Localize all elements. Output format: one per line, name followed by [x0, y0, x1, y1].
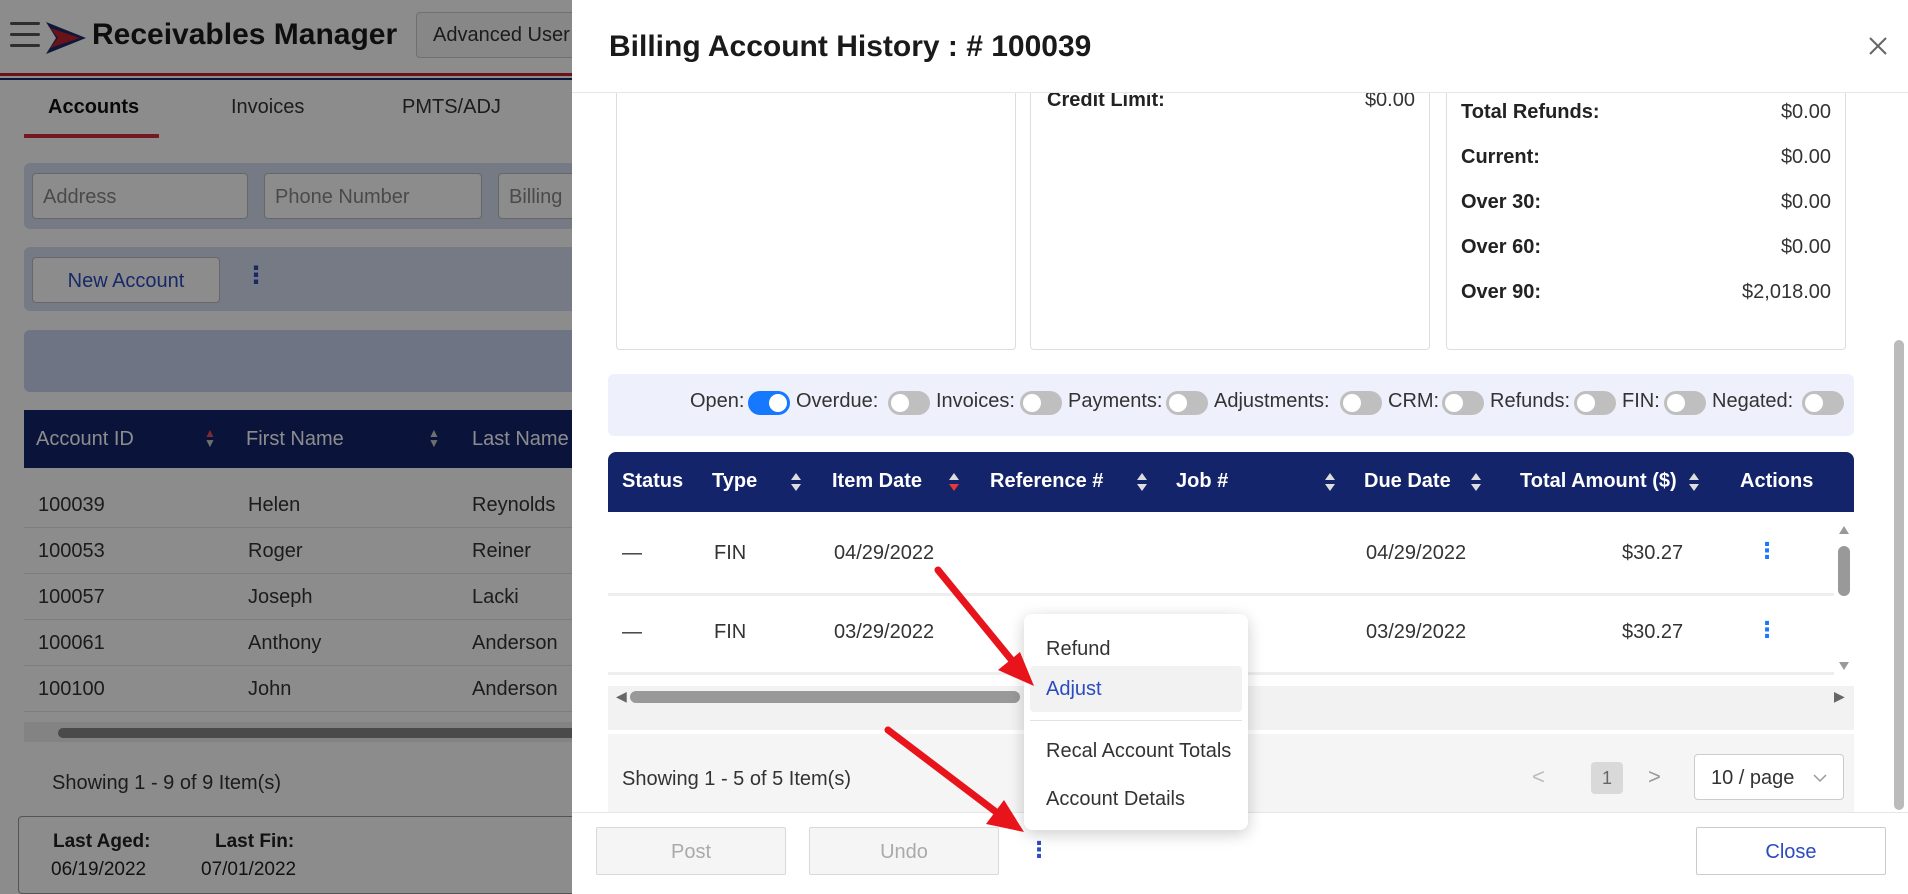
toggle-negated[interactable] — [1802, 391, 1844, 415]
type-cell: FIN — [714, 542, 747, 564]
scroll-down-icon[interactable] — [1838, 660, 1850, 672]
col-total-amount[interactable]: Total Amount ($) — [1520, 470, 1677, 493]
sort-icon[interactable] — [948, 471, 960, 493]
footer-more-actions-icon[interactable]: ⋮ — [1028, 837, 1050, 863]
close-icon[interactable] — [1864, 32, 1892, 60]
due-date-cell: 04/29/2022 — [1366, 542, 1467, 564]
toggle-refunds-label: Refunds: — [1490, 390, 1571, 412]
type-cell: FIN — [714, 621, 747, 643]
showing-count: Showing 1 - 5 of 5 Item(s) — [622, 768, 851, 790]
toggle-crm-label: CRM: — [1388, 390, 1440, 412]
close-button[interactable]: Close — [1696, 827, 1886, 875]
menu-item-recal-account-totals[interactable]: Recal Account Totals — [1030, 728, 1242, 774]
over-30-value: $0.00 — [1780, 191, 1831, 213]
over-90-value: $2,018.00 — [1742, 281, 1831, 303]
col-item-date[interactable]: Item Date — [832, 470, 922, 493]
post-button[interactable]: Post — [596, 827, 786, 875]
over-60-label: Over 60: — [1461, 236, 1542, 258]
toggle-overdue-label: Overdue: — [796, 390, 879, 412]
due-date-cell: 03/29/2022 — [1366, 621, 1467, 643]
page-size-select[interactable]: 10 / page — [1694, 754, 1844, 800]
col-actions: Actions — [1740, 470, 1814, 492]
col-reference[interactable]: Reference # — [990, 470, 1103, 493]
col-job[interactable]: Job # — [1176, 470, 1228, 493]
menu-item-adjust[interactable]: Adjust — [1030, 666, 1242, 712]
amount-cell: $30.27 — [1622, 542, 1684, 564]
sort-icon[interactable] — [1324, 471, 1336, 493]
scroll-up-icon[interactable] — [1838, 524, 1850, 536]
over-30-label: Over 30: — [1461, 191, 1542, 213]
col-type[interactable]: Type — [712, 470, 757, 493]
status-cell: — — [622, 542, 642, 564]
col-status: Status — [622, 470, 684, 492]
prev-page-icon[interactable]: < — [1532, 764, 1545, 790]
actions-dropdown-menu: Refund Adjust Recal Account Totals Accou… — [1024, 614, 1248, 830]
next-page-icon[interactable]: > — [1648, 764, 1661, 790]
modal-header: Billing Account History : # 100039 — [572, 0, 1908, 93]
item-date-cell: 03/29/2022 — [834, 621, 935, 643]
chevron-down-icon — [1813, 774, 1827, 783]
toggle-open-label: Open: — [690, 390, 745, 412]
modal-vertical-scrollbar[interactable] — [1890, 94, 1908, 814]
account-info-panel — [616, 70, 1016, 350]
sort-icon[interactable] — [790, 471, 802, 493]
toggle-open[interactable] — [748, 391, 790, 415]
toggle-refunds[interactable] — [1574, 391, 1616, 415]
current-label: Current: — [1461, 146, 1540, 168]
total-refunds-value: $0.00 — [1780, 101, 1831, 123]
row-actions-icon[interactable]: ⋮ — [1756, 538, 1778, 564]
row-actions-icon[interactable]: ⋮ — [1756, 617, 1778, 643]
modal-title: Billing Account History : # 100039 — [609, 30, 1092, 63]
undo-button[interactable]: Undo — [809, 827, 999, 875]
toggle-fin-label: FIN: — [1622, 390, 1660, 412]
sort-icon[interactable] — [1136, 471, 1148, 493]
scroll-left-icon[interactable]: ◀ — [616, 688, 627, 705]
item-date-cell: 04/29/2022 — [834, 542, 935, 564]
toggle-payments-label: Payments: — [1068, 390, 1163, 412]
toggle-adjustments[interactable] — [1340, 391, 1382, 415]
table-row[interactable]: — FIN 04/29/2022 04/29/2022 $30.27 ⋮ — [608, 524, 1834, 596]
over-90-label: Over 90: — [1461, 281, 1542, 303]
sort-icon[interactable] — [1470, 471, 1482, 493]
toggle-invoices[interactable] — [1020, 391, 1062, 415]
toggle-payments[interactable] — [1166, 391, 1208, 415]
amount-cell: $30.27 — [1622, 621, 1684, 643]
sort-icon[interactable] — [1688, 471, 1700, 493]
toggle-adjustments-label: Adjustments: — [1214, 390, 1330, 412]
toggle-invoices-label: Invoices: — [936, 390, 1015, 412]
scroll-right-icon[interactable]: ▶ — [1834, 688, 1845, 705]
page-number[interactable]: 1 — [1591, 762, 1623, 794]
menu-divider — [1030, 720, 1242, 721]
col-due-date[interactable]: Due Date — [1364, 470, 1451, 493]
current-value: $0.00 — [1780, 146, 1831, 168]
toggle-crm[interactable] — [1442, 391, 1484, 415]
history-table-header: Status Type Item Date Reference # Job # … — [608, 452, 1854, 512]
credit-panel: Credit Limit: $0.00 — [1030, 70, 1430, 350]
toggle-negated-label: Negated: — [1712, 390, 1794, 412]
aging-summary-panel: Total Refunds: $0.00 Current: $0.00 Over… — [1446, 70, 1846, 350]
over-60-value: $0.00 — [1780, 236, 1831, 258]
toggle-fin[interactable] — [1664, 391, 1706, 415]
table-vertical-scrollbar[interactable] — [1834, 522, 1854, 674]
page-size-value: 10 / page — [1711, 767, 1795, 789]
total-refunds-label: Total Refunds: — [1461, 101, 1600, 123]
filter-toggle-bar: Open: Overdue: Invoices: Payments: Adjus… — [608, 374, 1854, 436]
status-cell: — — [622, 621, 642, 643]
toggle-overdue[interactable] — [888, 391, 930, 415]
menu-item-account-details[interactable]: Account Details — [1030, 776, 1242, 822]
